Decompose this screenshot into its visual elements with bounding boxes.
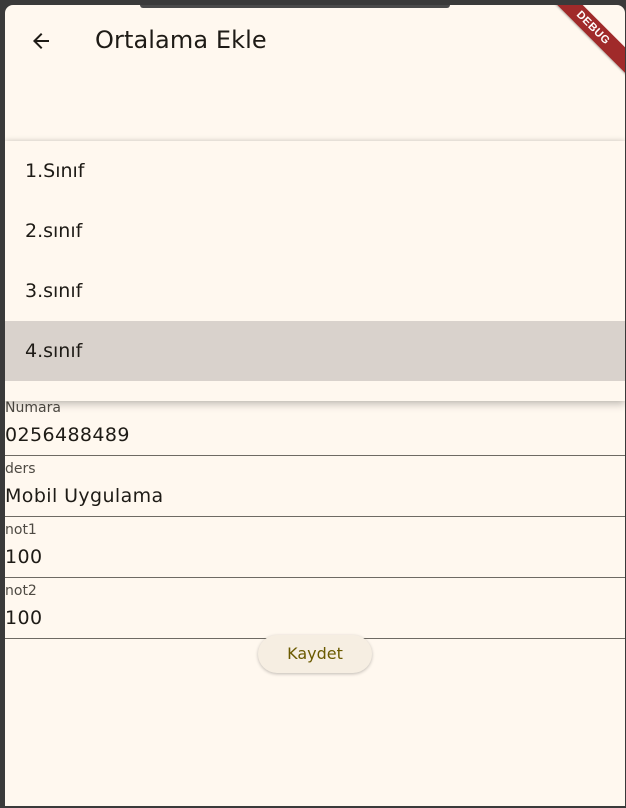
numara-label: Numara (5, 400, 61, 416)
numara-field[interactable]: Numara 0256488489 (5, 395, 625, 456)
back-button[interactable] (23, 23, 59, 59)
save-button-container: Kaydet (5, 635, 625, 673)
app-window: Ortalama Ekle DEBUG Numara 0256488489 de… (5, 5, 625, 806)
dropdown-item-2[interactable]: 2.sınıf (5, 201, 625, 261)
dropdown-item-1[interactable]: 1.Sınıf (5, 141, 625, 201)
arrow-left-icon (33, 33, 49, 49)
not1-field[interactable]: not1 100 (5, 517, 625, 578)
not2-label: not2 (5, 583, 37, 599)
app-bar: Ortalama Ekle DEBUG (5, 5, 625, 77)
not2-field[interactable]: not2 100 (5, 578, 625, 639)
ders-value[interactable]: Mobil Uygulama (5, 485, 164, 507)
ders-label: ders (5, 461, 36, 477)
not2-value[interactable]: 100 (5, 607, 42, 629)
not1-label: not1 (5, 522, 37, 538)
ders-field[interactable]: ders Mobil Uygulama (5, 456, 625, 517)
dropdown-item-3[interactable]: 3.sınıf (5, 261, 625, 321)
class-dropdown-menu: 1.Sınıf 2.sınıf 3.sınıf 4.sınıf (5, 141, 625, 401)
debug-banner: DEBUG (544, 5, 625, 77)
not1-value[interactable]: 100 (5, 546, 42, 568)
grade-form: Numara 0256488489 ders Mobil Uygulama no… (5, 395, 625, 639)
numara-value[interactable]: 0256488489 (5, 424, 130, 446)
dropdown-item-4[interactable]: 4.sınıf (5, 321, 625, 381)
page-title: Ortalama Ekle (95, 26, 267, 54)
save-button[interactable]: Kaydet (258, 635, 372, 673)
